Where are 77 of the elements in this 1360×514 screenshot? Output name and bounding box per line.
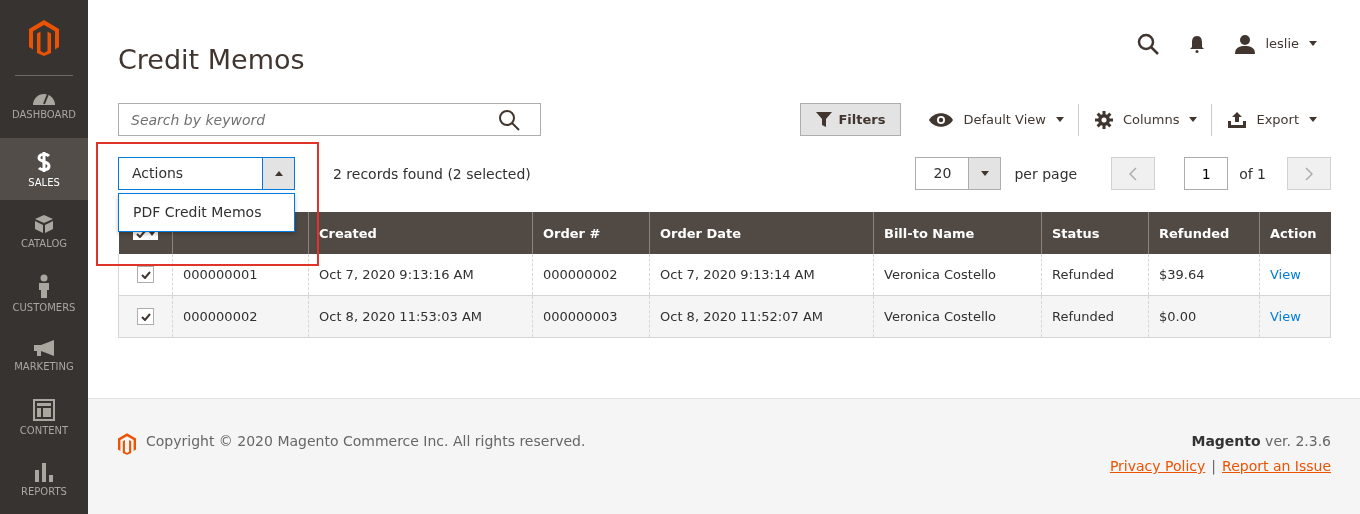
column-header[interactable]: Refunded bbox=[1148, 212, 1260, 254]
nav-item[interactable]: CONTENT bbox=[0, 386, 88, 448]
check-icon bbox=[135, 229, 146, 238]
dollar-icon bbox=[37, 150, 51, 173]
column-header[interactable]: Bill-to Name bbox=[873, 212, 1042, 254]
table-cell: Oct 7, 2020 9:13:16 AM bbox=[308, 254, 533, 296]
table-cell: Oct 8, 2020 11:52:07 AM bbox=[649, 295, 874, 338]
funnel-icon bbox=[816, 112, 833, 127]
table-cell: Veronica Costello bbox=[873, 295, 1042, 338]
check-icon bbox=[140, 312, 151, 321]
bar-chart-icon bbox=[34, 461, 54, 482]
column-header[interactable]: Order # bbox=[532, 212, 650, 254]
caret-icon bbox=[1309, 117, 1317, 122]
view-dropdown[interactable]: Default View bbox=[927, 112, 1078, 127]
page-number-field[interactable]: 1 bbox=[1184, 157, 1229, 190]
logo-icon bbox=[29, 19, 59, 56]
megaphone-icon bbox=[33, 338, 55, 357]
records-count: 2 records found (2 selected) bbox=[333, 165, 531, 182]
caret-icon bbox=[1055, 117, 1064, 122]
column-header[interactable]: Status bbox=[1041, 212, 1149, 254]
nav-item[interactable]: REPORTS bbox=[0, 448, 88, 510]
bell-icon[interactable] bbox=[1189, 34, 1206, 53]
table-cell: $0.00 bbox=[1148, 295, 1260, 338]
user-menu[interactable]: leslie bbox=[1235, 33, 1331, 54]
table-cell: Oct 7, 2020 9:13:14 AM bbox=[649, 254, 874, 296]
table-cell: 000000002 bbox=[172, 295, 309, 338]
nav-item[interactable]: MARKETING bbox=[0, 324, 88, 386]
row-checkbox[interactable] bbox=[137, 308, 154, 325]
per-page-select[interactable]: 20 bbox=[915, 157, 1002, 190]
link-separator: | bbox=[1211, 458, 1217, 474]
layout-icon bbox=[33, 398, 55, 421]
caret-icon bbox=[1309, 41, 1317, 46]
nav-item[interactable]: DASHBOARD bbox=[0, 76, 88, 138]
table-cell: Refunded bbox=[1041, 254, 1149, 296]
search-icon[interactable] bbox=[498, 108, 520, 131]
nav-item[interactable]: CATALOG bbox=[0, 200, 88, 262]
table-cell: $39.64 bbox=[1148, 254, 1260, 296]
menu-item[interactable]: PDF Credit Memos bbox=[119, 194, 294, 231]
nav-item[interactable]: CUSTOMERS bbox=[0, 262, 88, 324]
table-cell: Refunded bbox=[1041, 295, 1149, 338]
gauge-icon bbox=[33, 94, 55, 105]
table-cell: 000000002 bbox=[532, 254, 650, 296]
per-page-label: per page bbox=[1014, 165, 1078, 182]
upload-icon bbox=[1228, 111, 1247, 128]
chevron-right-icon bbox=[1305, 166, 1313, 181]
logo-icon bbox=[118, 433, 136, 455]
page-title: Credit Memos bbox=[118, 44, 306, 75]
view-link[interactable]: View bbox=[1270, 309, 1301, 324]
caret-icon bbox=[980, 171, 989, 176]
table-cell: Oct 8, 2020 11:53:03 AM bbox=[308, 295, 533, 338]
nav-item[interactable]: SALES bbox=[0, 138, 88, 200]
check-icon bbox=[140, 270, 151, 279]
box-icon bbox=[34, 213, 54, 234]
gear-icon bbox=[1094, 110, 1113, 129]
eye-icon bbox=[929, 112, 954, 127]
column-header[interactable]: Created bbox=[308, 212, 533, 254]
table-cell: 000000003 bbox=[532, 295, 650, 338]
page-total: of 1 bbox=[1239, 165, 1266, 182]
search-icon[interactable] bbox=[1137, 32, 1160, 55]
search-field[interactable]: Search by keyword bbox=[118, 103, 541, 136]
export-dropdown[interactable]: Export bbox=[1226, 111, 1331, 128]
actions-dropdown[interactable]: Actions bbox=[118, 157, 295, 190]
table-cell: 000000001 bbox=[172, 254, 309, 296]
caret-icon bbox=[274, 171, 283, 176]
filters-button[interactable]: Filters bbox=[800, 103, 902, 136]
version-text: Magento ver. 2.3.6 bbox=[1191, 433, 1331, 449]
caret-icon bbox=[1189, 117, 1198, 122]
user-icon bbox=[1235, 33, 1256, 54]
columns-dropdown[interactable]: Columns bbox=[1092, 110, 1212, 129]
copyright-text: Copyright © 2020 Magento Commerce Inc. All rights reserved. bbox=[146, 433, 586, 449]
person-icon bbox=[37, 273, 51, 298]
chevron-left-icon bbox=[1129, 166, 1138, 181]
column-header[interactable]: Order Date bbox=[649, 212, 874, 254]
view-link[interactable]: View bbox=[1270, 267, 1301, 282]
row-checkbox[interactable] bbox=[137, 266, 154, 283]
column-header[interactable]: Action bbox=[1259, 212, 1331, 254]
table-cell: Veronica Costello bbox=[873, 254, 1042, 296]
